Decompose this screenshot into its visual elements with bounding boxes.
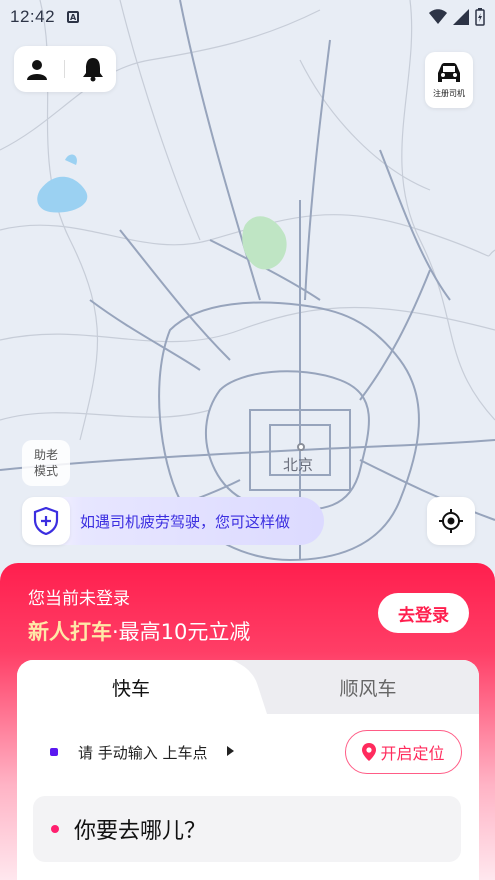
promo-text: 新人打车·最高10元立减 bbox=[28, 616, 250, 646]
destination-dot-icon bbox=[51, 825, 59, 833]
pickup-row[interactable]: 请 手动输入 上车点 开启定位 bbox=[17, 730, 479, 774]
safety-banner[interactable]: 如遇司机疲劳驾驶，您可这样做 bbox=[22, 497, 324, 545]
notification-icon: A bbox=[67, 11, 80, 23]
city-marker-icon bbox=[297, 443, 305, 451]
battery-icon bbox=[475, 8, 485, 26]
top-actions bbox=[14, 46, 116, 92]
login-button[interactable]: 去登录 bbox=[378, 593, 469, 633]
pickup-dot-icon bbox=[50, 748, 58, 756]
tab-express[interactable]: 快车 bbox=[17, 660, 245, 714]
safety-banner-text: 如遇司机疲劳驾驶，您可这样做 bbox=[80, 512, 291, 531]
destination-placeholder: 你要去哪儿？ bbox=[74, 819, 207, 844]
ride-tabs: 快车 顺风车 bbox=[17, 660, 479, 714]
status-time: 12:42 bbox=[10, 7, 56, 26]
enable-location-button[interactable]: 开启定位 bbox=[345, 730, 462, 774]
notifications-button[interactable] bbox=[75, 51, 111, 87]
signal-icon bbox=[453, 9, 469, 25]
elder-mode-button[interactable]: 助老 模式 bbox=[22, 440, 70, 486]
status-bar: 12:42 A bbox=[0, 0, 495, 34]
map-city-label: 北京 bbox=[283, 456, 314, 474]
wifi-icon bbox=[429, 9, 447, 24]
ride-card: 快车 顺风车 请 手动输入 上车点 开启定位 你要去哪儿？ bbox=[17, 660, 479, 880]
register-driver-button[interactable]: 注册司机 bbox=[425, 52, 473, 108]
elder-mode-line2: 模式 bbox=[33, 464, 58, 478]
elder-mode-line1: 助老 bbox=[33, 448, 58, 462]
promo-rest: ·最高10元立减 bbox=[112, 620, 251, 644]
register-driver-label: 注册司机 bbox=[433, 88, 465, 98]
bottom-sheet: 您当前未登录 新人打车·最高10元立减 去登录 快车 顺风车 请 手动输入 上车… bbox=[0, 563, 495, 880]
car-icon bbox=[438, 62, 460, 82]
shield-plus-icon bbox=[33, 507, 59, 535]
login-status-text: 您当前未登录 bbox=[28, 589, 130, 609]
destination-input[interactable]: 你要去哪儿？ bbox=[33, 796, 461, 862]
pickup-input[interactable]: 请 手动输入 上车点 bbox=[78, 742, 208, 763]
divider bbox=[64, 60, 66, 78]
shield-button bbox=[22, 497, 70, 545]
profile-button[interactable] bbox=[19, 51, 55, 87]
promo-highlight: 新人打车 bbox=[28, 620, 112, 644]
caret-right-icon bbox=[227, 746, 234, 756]
locate-button[interactable] bbox=[427, 497, 475, 545]
location-pin-icon bbox=[362, 743, 377, 761]
crosshair-icon bbox=[439, 509, 463, 533]
enable-location-label: 开启定位 bbox=[380, 744, 445, 763]
person-icon bbox=[26, 60, 47, 80]
tab-carpool[interactable]: 顺风车 bbox=[257, 660, 479, 714]
bell-icon bbox=[83, 58, 104, 82]
